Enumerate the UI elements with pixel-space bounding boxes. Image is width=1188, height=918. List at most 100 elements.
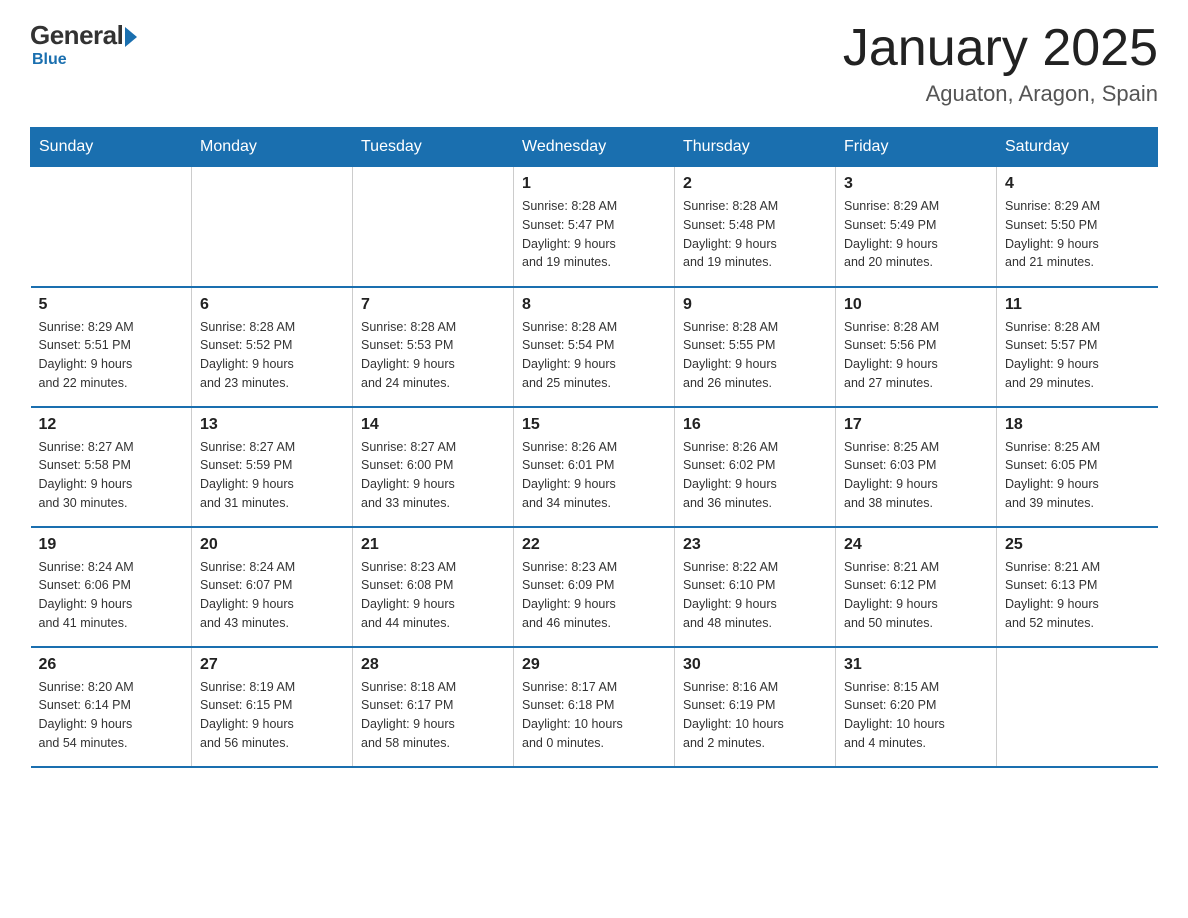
calendar-cell: 25 Sunrise: 8:21 AMSunset: 6:13 PMDayligh… bbox=[997, 527, 1158, 647]
day-number: 29 bbox=[522, 656, 666, 674]
header-saturday: Saturday bbox=[997, 128, 1158, 167]
calendar-cell: 18Sunrise: 8:25 AMSunset: 6:05 PMDayligh… bbox=[997, 407, 1158, 527]
calendar-table: SundayMondayTuesdayWednesdayThursdayFrid… bbox=[30, 127, 1158, 768]
week-row-2: 5Sunrise: 8:29 AMSunset: 5:51 PMDaylight… bbox=[31, 287, 1158, 407]
day-number: 21 bbox=[361, 536, 505, 554]
day-info: Sunrise: 8:28 AMSunset: 5:54 PMDaylight:… bbox=[522, 318, 666, 393]
logo-general-text: General bbox=[30, 20, 123, 51]
calendar-cell bbox=[192, 167, 353, 287]
day-number: 20 bbox=[200, 536, 344, 554]
calendar-cell: 7 Sunrise: 8:28 AMSunset: 5:53 PMDaylight… bbox=[353, 287, 514, 407]
calendar-cell: 13 Sunrise: 8:27 AMSunset: 5:59 PMDayligh… bbox=[192, 407, 353, 527]
day-info: Sunrise: 8:27 AMSunset: 5:59 PMDaylight:… bbox=[200, 438, 344, 513]
calendar-cell: 10Sunrise: 8:28 AMSunset: 5:56 PMDayligh… bbox=[836, 287, 997, 407]
week-row-3: 12Sunrise: 8:27 AMSunset: 5:58 PMDayligh… bbox=[31, 407, 1158, 527]
calendar-title: January 2025 bbox=[843, 20, 1158, 77]
day-info: Sunrise: 8:26 AMSunset: 6:01 PMDaylight:… bbox=[522, 438, 666, 513]
day-number: 13 bbox=[200, 416, 344, 434]
calendar-cell: 19Sunrise: 8:24 AMSunset: 6:06 PMDayligh… bbox=[31, 527, 192, 647]
calendar-cell: 31Sunrise: 8:15 AMSunset: 6:20 PMDayligh… bbox=[836, 647, 997, 767]
title-section: January 2025 Aguaton, Aragon, Spain bbox=[843, 20, 1158, 107]
day-info: Sunrise: 8:29 AMSunset: 5:49 PMDaylight:… bbox=[844, 197, 988, 272]
week-row-5: 26 Sunrise: 8:20 AMSunset: 6:14 PMDayligh… bbox=[31, 647, 1158, 767]
header-sunday: Sunday bbox=[31, 128, 192, 167]
day-number: 14 bbox=[361, 416, 505, 434]
day-number: 7 bbox=[361, 296, 505, 314]
calendar-cell bbox=[31, 167, 192, 287]
day-number: 31 bbox=[844, 656, 988, 674]
calendar-header: SundayMondayTuesdayWednesdayThursdayFrid… bbox=[31, 128, 1158, 167]
header-thursday: Thursday bbox=[675, 128, 836, 167]
header-tuesday: Tuesday bbox=[353, 128, 514, 167]
calendar-cell: 24 Sunrise: 8:21 AMSunset: 6:12 PMDayligh… bbox=[836, 527, 997, 647]
day-number: 6 bbox=[200, 296, 344, 314]
day-info: Sunrise: 8:28 AMSunset: 5:53 PMDaylight:… bbox=[361, 318, 505, 393]
calendar-cell: 2 Sunrise: 8:28 AMSunset: 5:48 PMDaylight… bbox=[675, 167, 836, 287]
calendar-cell: 1 Sunrise: 8:28 AMSunset: 5:47 PMDaylight… bbox=[514, 167, 675, 287]
day-number: 25 bbox=[1005, 536, 1150, 554]
day-info: Sunrise: 8:25 AMSunset: 6:03 PMDaylight:… bbox=[844, 438, 988, 513]
calendar-cell: 6 Sunrise: 8:28 AMSunset: 5:52 PMDaylight… bbox=[192, 287, 353, 407]
header-row: SundayMondayTuesdayWednesdayThursdayFrid… bbox=[31, 128, 1158, 167]
calendar-cell: 23Sunrise: 8:22 AMSunset: 6:10 PMDayligh… bbox=[675, 527, 836, 647]
day-info: Sunrise: 8:28 AMSunset: 5:55 PMDaylight:… bbox=[683, 318, 827, 393]
day-number: 2 bbox=[683, 175, 827, 193]
day-info: Sunrise: 8:24 AMSunset: 6:06 PMDaylight:… bbox=[39, 558, 184, 633]
day-info: Sunrise: 8:21 AMSunset: 6:13 PMDaylight:… bbox=[1005, 558, 1150, 633]
day-number: 10 bbox=[844, 296, 988, 314]
day-info: Sunrise: 8:22 AMSunset: 6:10 PMDaylight:… bbox=[683, 558, 827, 633]
calendar-cell: 16 Sunrise: 8:26 AMSunset: 6:02 PMDayligh… bbox=[675, 407, 836, 527]
day-info: Sunrise: 8:18 AMSunset: 6:17 PMDaylight:… bbox=[361, 678, 505, 753]
day-info: Sunrise: 8:24 AMSunset: 6:07 PMDaylight:… bbox=[200, 558, 344, 633]
day-number: 1 bbox=[522, 175, 666, 193]
day-number: 28 bbox=[361, 656, 505, 674]
calendar-cell: 4Sunrise: 8:29 AMSunset: 5:50 PMDaylight… bbox=[997, 167, 1158, 287]
calendar-cell: 27 Sunrise: 8:19 AMSunset: 6:15 PMDayligh… bbox=[192, 647, 353, 767]
day-number: 8 bbox=[522, 296, 666, 314]
day-info: Sunrise: 8:27 AMSunset: 6:00 PMDaylight:… bbox=[361, 438, 505, 513]
day-info: Sunrise: 8:19 AMSunset: 6:15 PMDaylight:… bbox=[200, 678, 344, 753]
header-friday: Friday bbox=[836, 128, 997, 167]
calendar-subtitle: Aguaton, Aragon, Spain bbox=[843, 81, 1158, 107]
day-number: 30 bbox=[683, 656, 827, 674]
calendar-cell: 3 Sunrise: 8:29 AMSunset: 5:49 PMDaylight… bbox=[836, 167, 997, 287]
day-info: Sunrise: 8:29 AMSunset: 5:51 PMDaylight:… bbox=[39, 318, 184, 393]
day-number: 17 bbox=[844, 416, 988, 434]
day-number: 11 bbox=[1005, 296, 1150, 314]
day-info: Sunrise: 8:17 AMSunset: 6:18 PMDaylight:… bbox=[522, 678, 666, 753]
day-info: Sunrise: 8:20 AMSunset: 6:14 PMDaylight:… bbox=[39, 678, 184, 753]
day-info: Sunrise: 8:28 AMSunset: 5:52 PMDaylight:… bbox=[200, 318, 344, 393]
calendar-cell: 12Sunrise: 8:27 AMSunset: 5:58 PMDayligh… bbox=[31, 407, 192, 527]
calendar-cell: 15 Sunrise: 8:26 AMSunset: 6:01 PMDayligh… bbox=[514, 407, 675, 527]
calendar-cell: 8 Sunrise: 8:28 AMSunset: 5:54 PMDaylight… bbox=[514, 287, 675, 407]
day-number: 15 bbox=[522, 416, 666, 434]
day-number: 4 bbox=[1005, 175, 1150, 193]
calendar-cell: 11 Sunrise: 8:28 AMSunset: 5:57 PMDayligh… bbox=[997, 287, 1158, 407]
calendar-cell bbox=[353, 167, 514, 287]
day-info: Sunrise: 8:28 AMSunset: 5:48 PMDaylight:… bbox=[683, 197, 827, 272]
week-row-4: 19Sunrise: 8:24 AMSunset: 6:06 PMDayligh… bbox=[31, 527, 1158, 647]
day-number: 3 bbox=[844, 175, 988, 193]
day-number: 12 bbox=[39, 416, 184, 434]
day-info: Sunrise: 8:21 AMSunset: 6:12 PMDaylight:… bbox=[844, 558, 988, 633]
day-info: Sunrise: 8:23 AMSunset: 6:08 PMDaylight:… bbox=[361, 558, 505, 633]
header-monday: Monday bbox=[192, 128, 353, 167]
calendar-cell: 20 Sunrise: 8:24 AMSunset: 6:07 PMDayligh… bbox=[192, 527, 353, 647]
calendar-cell: 21 Sunrise: 8:23 AMSunset: 6:08 PMDayligh… bbox=[353, 527, 514, 647]
day-info: Sunrise: 8:16 AMSunset: 6:19 PMDaylight:… bbox=[683, 678, 827, 753]
week-row-1: 1 Sunrise: 8:28 AMSunset: 5:47 PMDaylight… bbox=[31, 167, 1158, 287]
day-number: 24 bbox=[844, 536, 988, 554]
day-number: 16 bbox=[683, 416, 827, 434]
day-info: Sunrise: 8:28 AMSunset: 5:47 PMDaylight:… bbox=[522, 197, 666, 272]
day-number: 18 bbox=[1005, 416, 1150, 434]
day-number: 26 bbox=[39, 656, 184, 674]
day-info: Sunrise: 8:26 AMSunset: 6:02 PMDaylight:… bbox=[683, 438, 827, 513]
header-wednesday: Wednesday bbox=[514, 128, 675, 167]
calendar-cell: 26 Sunrise: 8:20 AMSunset: 6:14 PMDayligh… bbox=[31, 647, 192, 767]
calendar-cell: 9Sunrise: 8:28 AMSunset: 5:55 PMDaylight… bbox=[675, 287, 836, 407]
day-number: 27 bbox=[200, 656, 344, 674]
calendar-cell: 14 Sunrise: 8:27 AMSunset: 6:00 PMDayligh… bbox=[353, 407, 514, 527]
calendar-cell: 30 Sunrise: 8:16 AMSunset: 6:19 PMDayligh… bbox=[675, 647, 836, 767]
calendar-cell: 5Sunrise: 8:29 AMSunset: 5:51 PMDaylight… bbox=[31, 287, 192, 407]
day-info: Sunrise: 8:28 AMSunset: 5:57 PMDaylight:… bbox=[1005, 318, 1150, 393]
